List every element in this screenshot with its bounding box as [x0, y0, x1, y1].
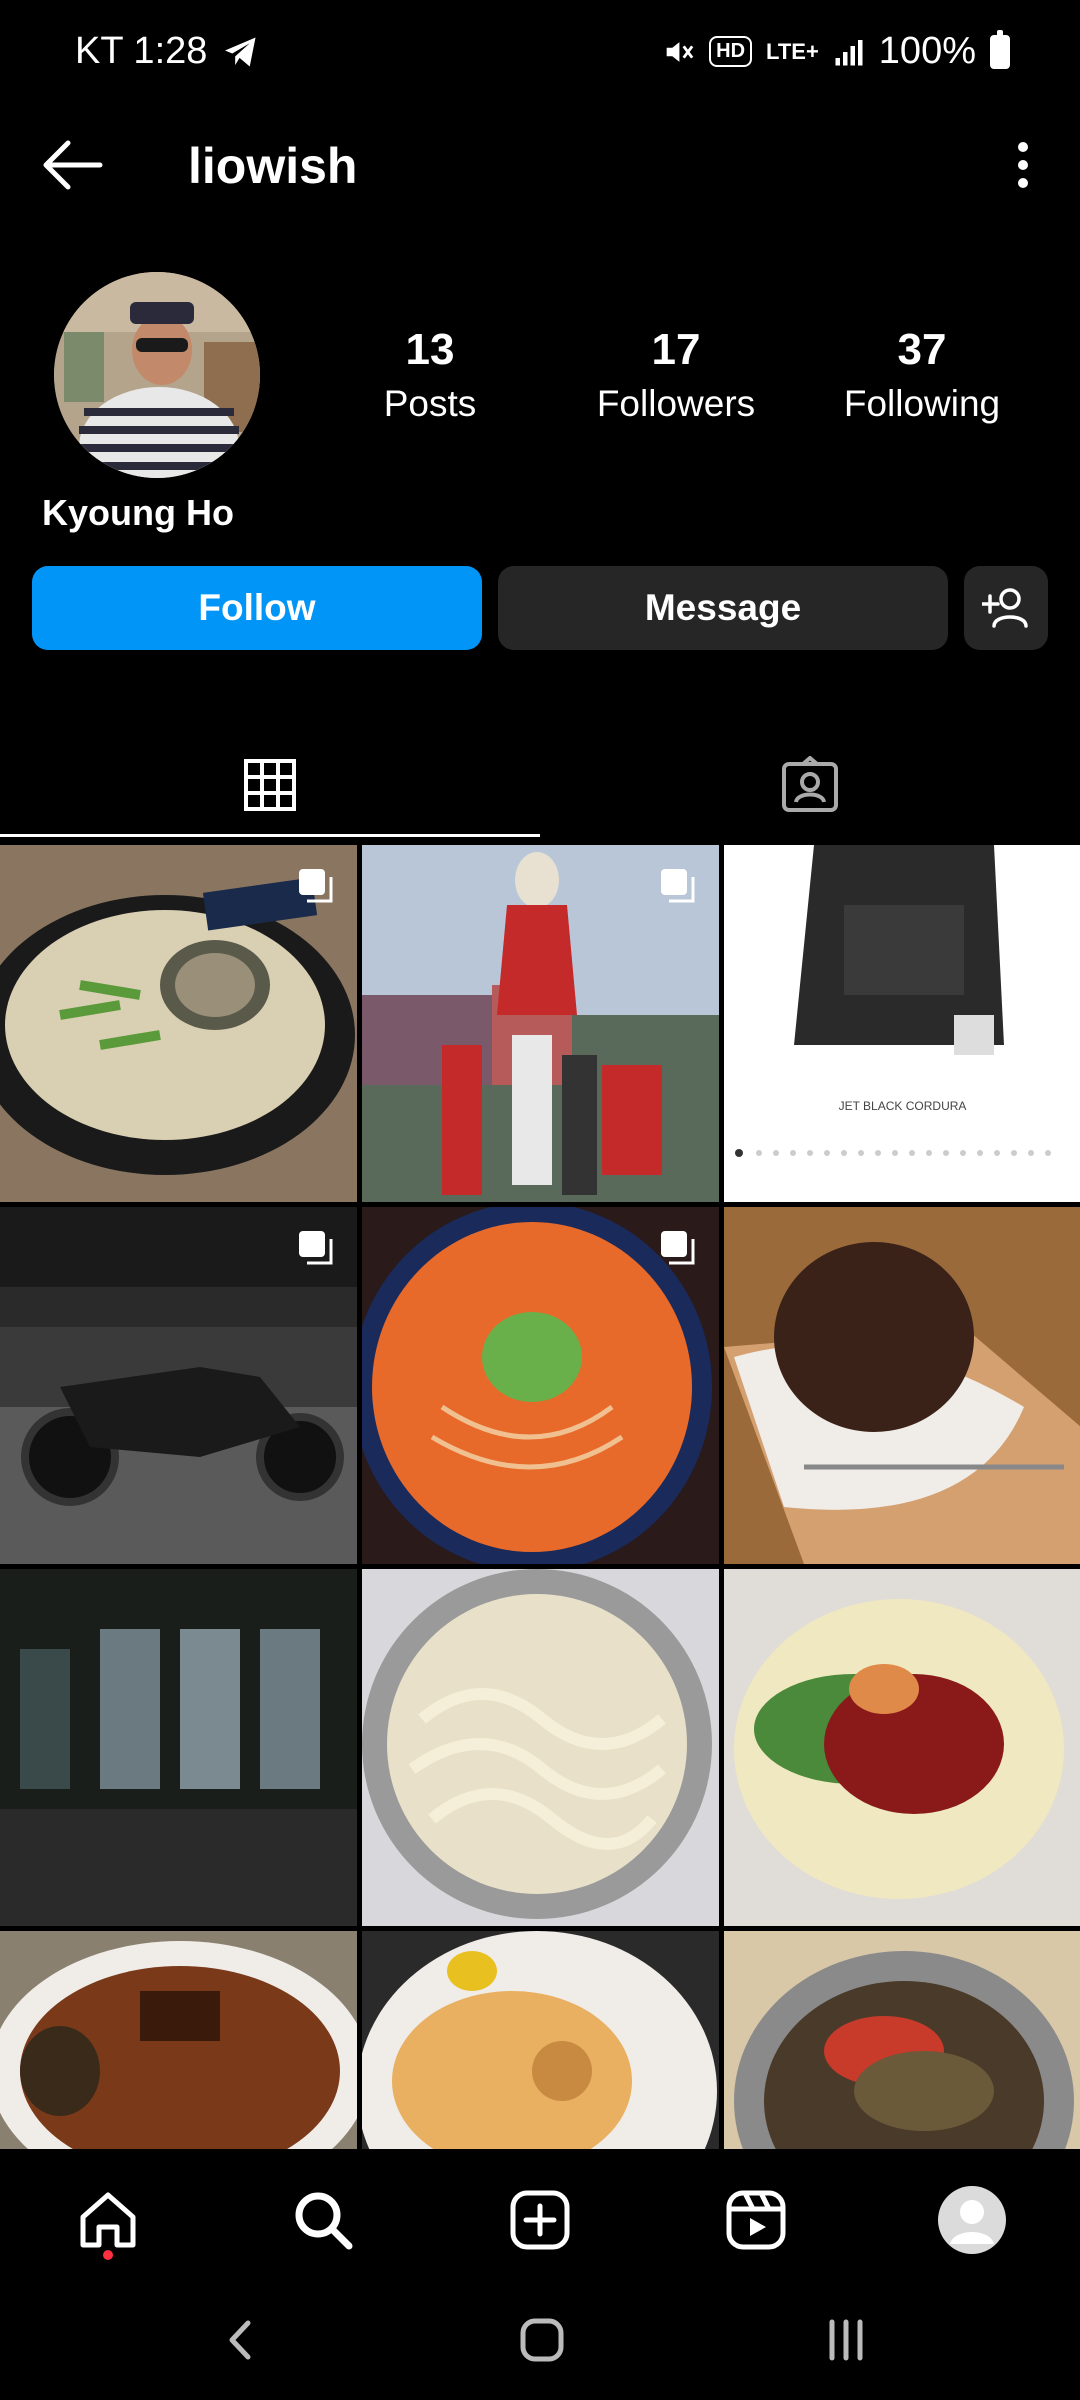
- add-person-icon: [982, 588, 1028, 628]
- battery-percent: 100%: [878, 30, 976, 72]
- back-button[interactable]: [38, 135, 110, 195]
- post-thumbnail[interactable]: [0, 1569, 357, 1926]
- grid-icon: [244, 759, 296, 811]
- tagged-icon: [782, 756, 838, 812]
- bottom-nav: [0, 2150, 1080, 2275]
- reels-icon: [726, 2190, 786, 2250]
- suggested-users-button[interactable]: [964, 566, 1048, 650]
- nav-reels[interactable]: [716, 2180, 796, 2260]
- followers-label: Followers: [596, 383, 756, 424]
- noodle-bowl-photo: [362, 1569, 719, 1926]
- tab-active-indicator: [0, 834, 540, 837]
- carousel-icon: [299, 1231, 333, 1265]
- post-thumbnail[interactable]: [0, 1207, 357, 1564]
- recents-icon: [829, 2319, 863, 2361]
- mute-icon: [666, 41, 694, 62]
- network-type: LTE+: [766, 38, 819, 64]
- status-bar: KT 1:28 HD LTE+ 100%: [0, 0, 1080, 110]
- backpack-caption: JET BLACK CORDURA: [838, 1099, 967, 1113]
- tab-tagged[interactable]: [540, 730, 1080, 840]
- posts-grid: JET BLACK CORDURA: [0, 845, 1080, 2149]
- avatar-photo: [54, 272, 260, 478]
- profile-avatar[interactable]: [54, 272, 260, 478]
- chocolate-dessert-photo: [724, 1207, 1080, 1564]
- followers-count: 17: [651, 325, 701, 374]
- carousel-icon: [661, 869, 695, 903]
- stat-posts[interactable]: 13 Posts: [320, 325, 540, 425]
- system-nav: [0, 2275, 1080, 2400]
- create-icon: [510, 2190, 570, 2250]
- spicy-cold-noodles-photo: [724, 1569, 1080, 1926]
- stat-followers[interactable]: 17 Followers: [566, 325, 786, 425]
- post-thumbnail[interactable]: [362, 1207, 719, 1564]
- restaurant-windows-photo: [0, 1569, 357, 1926]
- post-thumbnail[interactable]: [0, 1931, 357, 2149]
- home-notification-dot: [103, 2250, 113, 2260]
- posts-count: 13: [405, 325, 455, 374]
- fried-dish-photo: [362, 1931, 719, 2149]
- carousel-icon: [661, 1231, 695, 1265]
- username-title: liowish: [188, 138, 358, 194]
- system-home-button[interactable]: [502, 2305, 582, 2375]
- post-thumbnail[interactable]: [724, 1207, 1080, 1564]
- signal-icon: [835, 39, 863, 65]
- home-square-icon: [520, 2318, 564, 2362]
- home-icon: [80, 2192, 136, 2248]
- status-left: KT 1:28: [75, 30, 259, 73]
- post-thumbnail[interactable]: [362, 1569, 719, 1926]
- braised-meat-photo: [0, 1931, 357, 2149]
- bibim-noodles-photo: [724, 1931, 1080, 2149]
- chevron-left-icon: [229, 2320, 251, 2360]
- telegram-icon: [225, 36, 256, 67]
- follow-button[interactable]: Follow: [32, 566, 482, 650]
- nav-profile[interactable]: [932, 2180, 1012, 2260]
- profile-icon: [938, 2186, 1006, 2254]
- post-thumbnail[interactable]: [724, 1569, 1080, 1926]
- search-icon: [295, 2192, 353, 2250]
- status-right: HD LTE+ 100%: [661, 29, 1010, 73]
- post-thumbnail[interactable]: [0, 845, 357, 1202]
- carrier-time: KT 1:28: [75, 30, 208, 72]
- more-vertical-icon: [1018, 142, 1028, 188]
- system-recents-button[interactable]: [806, 2305, 886, 2375]
- battery-icon: [990, 29, 1010, 69]
- profile-header: liowish: [0, 115, 1080, 215]
- stat-following[interactable]: 37 Following: [812, 325, 1032, 425]
- following-label: Following: [843, 383, 1001, 424]
- system-back-button[interactable]: [200, 2305, 280, 2375]
- profile-tabs: [0, 730, 1080, 840]
- post-thumbnail[interactable]: [724, 1931, 1080, 2149]
- nav-search[interactable]: [283, 2180, 363, 2260]
- backpack-photo: [724, 845, 1080, 1202]
- carousel-icon: [299, 869, 333, 903]
- posts-label: Posts: [383, 383, 477, 424]
- back-arrow-icon: [43, 140, 103, 190]
- tab-posts-grid[interactable]: [0, 730, 540, 840]
- following-count: 37: [897, 325, 947, 374]
- message-button[interactable]: Message: [498, 566, 948, 650]
- post-thumbnail[interactable]: [362, 1931, 719, 2149]
- nav-create[interactable]: [500, 2180, 580, 2260]
- post-thumbnail[interactable]: [362, 845, 719, 1202]
- hd-badge: HD: [709, 36, 753, 67]
- more-options-button[interactable]: [996, 135, 1050, 195]
- nav-home[interactable]: [68, 2180, 148, 2260]
- post-thumbnail[interactable]: JET BLACK CORDURA: [724, 845, 1080, 1202]
- display-name: Kyoung Ho: [42, 492, 234, 533]
